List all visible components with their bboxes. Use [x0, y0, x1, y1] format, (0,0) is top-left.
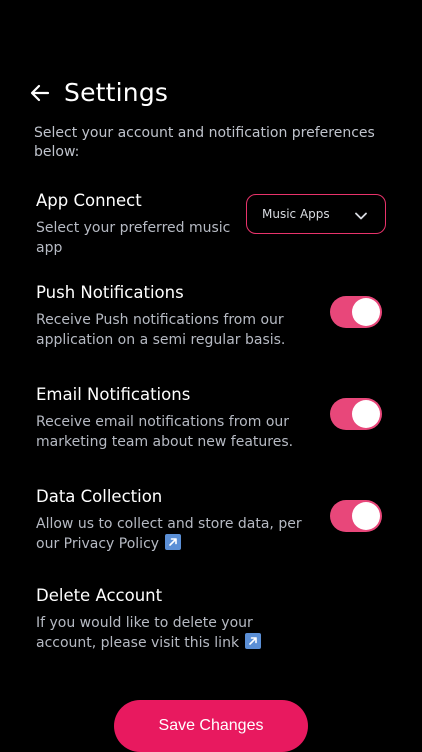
external-link-icon[interactable]: [165, 534, 182, 550]
app-connect-description: Select your preferred music app: [36, 220, 231, 256]
data-collection-description: Allow us to collect and store data, per …: [36, 514, 316, 554]
email-notifications-description: Receive email notifications from our mar…: [36, 414, 294, 450]
external-link-icon[interactable]: [245, 633, 262, 649]
chevron-down-icon: [355, 209, 367, 223]
delete-account-section: Delete Account If you would like to dele…: [36, 585, 386, 653]
music-app-select[interactable]: Music Apps: [246, 194, 386, 234]
push-notifications-toggle[interactable]: [330, 296, 382, 328]
toggle-knob: [352, 400, 380, 428]
page-header: Settings: [30, 78, 168, 107]
delete-account-title: Delete Account: [36, 586, 163, 605]
push-notifications-description: Receive Push notifications from our appl…: [36, 312, 286, 348]
back-arrow-icon[interactable]: [30, 83, 50, 103]
toggle-knob: [352, 298, 380, 326]
intro-text: Select your account and notification pre…: [34, 125, 375, 160]
data-collection-toggle[interactable]: [330, 500, 382, 532]
delete-account-description: If you would like to delete your account…: [36, 613, 276, 653]
save-changes-button[interactable]: Save Changes: [114, 700, 308, 752]
email-notifications-toggle[interactable]: [330, 398, 382, 430]
music-app-select-value: Music Apps: [262, 207, 330, 221]
toggle-knob: [352, 502, 380, 530]
delete-account-text: If you would like to delete your account…: [36, 615, 253, 651]
page-title: Settings: [64, 78, 169, 107]
